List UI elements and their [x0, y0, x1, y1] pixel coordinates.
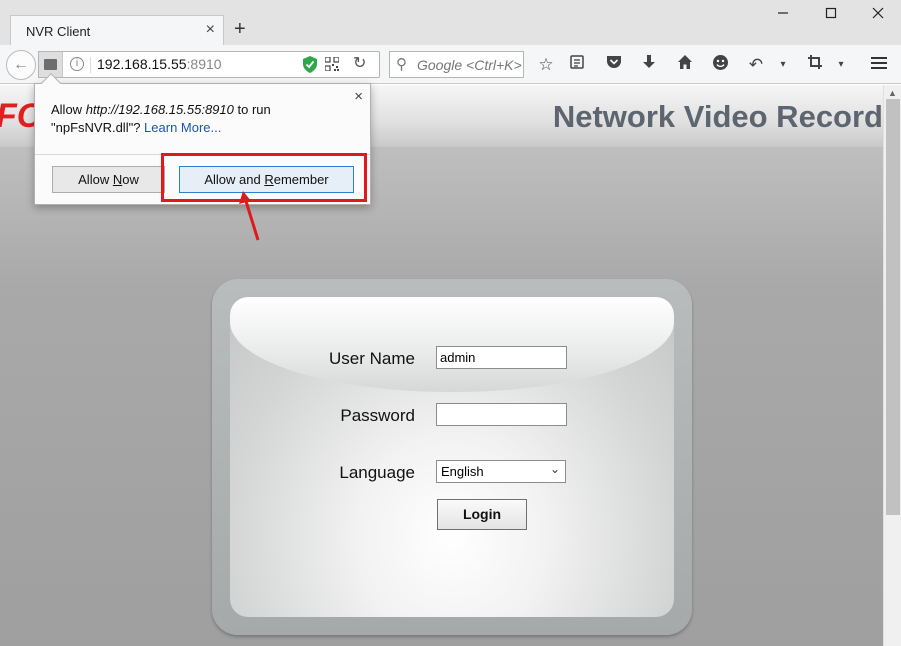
annotation-arrow-icon: [239, 191, 260, 241]
url-bar[interactable]: i 192.168.15.55:8910 ↻: [38, 51, 380, 78]
home-icon[interactable]: [674, 54, 696, 76]
chevron-down-icon[interactable]: ▾: [772, 54, 794, 76]
pocket-icon[interactable]: [603, 54, 625, 76]
back-icon[interactable]: ←: [6, 50, 36, 80]
chevron-down-icon[interactable]: ▾: [830, 54, 852, 76]
url-port: :8910: [186, 56, 222, 72]
allow-now-button[interactable]: Allow Now: [52, 166, 165, 193]
login-panel: User Name Password Language English ⌄ Lo…: [212, 279, 692, 635]
username-input[interactable]: [436, 346, 567, 369]
popup-message: Allow http://192.168.15.55:8910 to run "n…: [51, 101, 331, 137]
login-button[interactable]: Login: [437, 499, 527, 530]
reload-icon[interactable]: ↻: [353, 53, 366, 73]
popup-prefix: Allow: [51, 102, 86, 117]
smiley-icon[interactable]: [709, 54, 731, 76]
undo-icon[interactable]: ↶: [745, 54, 767, 76]
learn-more-link[interactable]: Learn More...: [144, 120, 221, 135]
page-title: Network Video Record: [552, 99, 883, 134]
popup-close-icon[interactable]: ×: [354, 88, 363, 105]
nav-bar: ← i 192.168.15.55:8910 ↻ ⚲ Google <Ctrl+…: [0, 45, 901, 84]
login-form: User Name Password Language English ⌄ Lo…: [230, 297, 674, 617]
url-host: 192.168.15.55: [97, 56, 187, 72]
search-icon: ⚲: [396, 56, 407, 73]
allow-now-access-key: N: [112, 172, 123, 187]
search-input[interactable]: ⚲ Google <Ctrl+K>: [389, 51, 524, 78]
maximize-icon[interactable]: [821, 6, 841, 26]
tab-title: NVR Client: [26, 24, 91, 39]
allow-now-label-post: ow: [122, 172, 139, 187]
username-label: User Name: [329, 349, 415, 368]
scroll-up-icon[interactable]: ▲: [888, 88, 897, 98]
allow-now-label-pre: Allow: [78, 172, 113, 187]
shield-icon[interactable]: [303, 56, 317, 73]
tab-close-icon[interactable]: ×: [206, 21, 215, 39]
url-divider: [90, 57, 91, 73]
chevron-down-icon: ⌄: [549, 462, 560, 476]
scrollbar-thumb[interactable]: [886, 99, 900, 515]
new-tab-icon[interactable]: +: [234, 19, 246, 39]
menu-icon[interactable]: [868, 54, 890, 76]
crop-icon[interactable]: [804, 54, 826, 76]
popup-suffix: to run: [233, 102, 271, 117]
language-value: English: [441, 464, 484, 479]
language-select[interactable]: English ⌄: [436, 460, 566, 483]
minimize-icon[interactable]: [773, 6, 793, 26]
tab-nvr-client[interactable]: NVR Client ×: [10, 15, 224, 45]
password-input[interactable]: [436, 403, 567, 426]
search-placeholder: Google <Ctrl+K>: [417, 57, 522, 73]
scrollbar[interactable]: ▲: [883, 85, 901, 646]
info-icon[interactable]: i: [70, 57, 84, 71]
qr-code-icon[interactable]: [325, 57, 339, 71]
password-label: Password: [340, 406, 415, 425]
popup-plugin-name: "npFsNVR.dll"?: [51, 120, 145, 135]
reading-list-icon[interactable]: [566, 54, 588, 76]
tab-bar: NVR Client × +: [0, 0, 901, 45]
url-text[interactable]: 192.168.15.55:8910: [97, 56, 222, 72]
panel-gloss: [230, 297, 674, 392]
star-icon[interactable]: ☆: [535, 54, 557, 76]
download-icon[interactable]: [638, 54, 660, 76]
popup-url: http://192.168.15.55:8910: [85, 102, 234, 117]
close-icon[interactable]: [868, 6, 888, 26]
language-label: Language: [339, 463, 415, 482]
